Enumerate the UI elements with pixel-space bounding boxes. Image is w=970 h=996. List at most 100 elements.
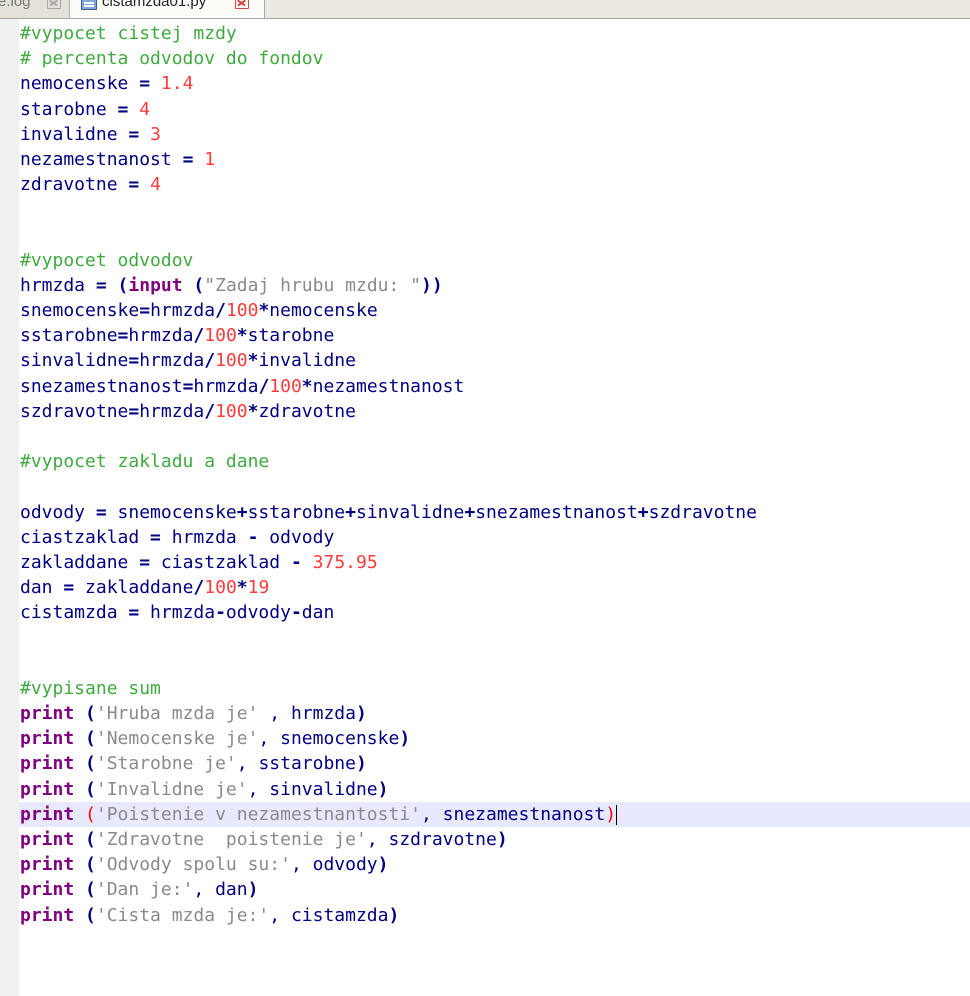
code-token: print xyxy=(20,753,75,775)
code-token: 100 xyxy=(204,577,237,599)
code-line[interactable]: print ('Nemocenske je', snemocenske) xyxy=(20,726,970,751)
code-area[interactable]: #vypocet cistej mzdy # percenta odvodov d… xyxy=(19,21,970,928)
code-token: 100 xyxy=(269,375,302,397)
code-line[interactable]: sstarobne=hrmzda/100*starobne xyxy=(20,323,970,348)
tab-cistamzda01-py[interactable]: cistamzda01.py xyxy=(70,0,265,18)
code-token: ciastzaklad xyxy=(20,526,151,548)
code-line[interactable]: print ('Odvody spolu su:', odvody) xyxy=(20,852,970,877)
code-token: hrmzda xyxy=(139,350,205,372)
code-token: ) xyxy=(355,703,367,725)
code-token: print xyxy=(20,778,75,800)
code-token: * xyxy=(247,400,259,422)
code-token: = xyxy=(117,98,129,120)
code-line[interactable]: print ('Invalidne je', sinvalidne) xyxy=(20,777,970,802)
code-line[interactable]: #vypisane sum xyxy=(20,676,970,701)
code-line[interactable]: ​ xyxy=(20,474,970,499)
code-line[interactable]: zakladdane = ciastzaklad - 375.95 xyxy=(20,550,970,575)
code-token: / xyxy=(204,350,216,372)
code-token: invalidne xyxy=(258,350,356,372)
code-token: 4 xyxy=(150,174,161,196)
code-token: , dan xyxy=(193,879,248,901)
code-line[interactable]: # percenta odvodov do fondov xyxy=(20,46,970,71)
code-token: 'Poistenie v nezamestnantosti' xyxy=(95,803,421,825)
code-token: odvody xyxy=(20,501,96,523)
code-token: odvody xyxy=(258,526,335,548)
tab-log-file[interactable]: e.log xyxy=(0,0,70,18)
code-token: cistamzda xyxy=(20,602,129,624)
code-token: = xyxy=(95,501,107,523)
code-token: print xyxy=(20,803,75,825)
code-token: ( xyxy=(117,274,129,296)
tab-log-close-icon[interactable] xyxy=(47,0,61,9)
code-token: + xyxy=(637,501,649,523)
code-token: = xyxy=(182,375,194,397)
code-line[interactable]: ​ xyxy=(20,424,970,449)
code-token: = xyxy=(150,526,161,548)
code-token: - xyxy=(215,602,226,624)
code-line[interactable]: nezamestnanost = 1 xyxy=(20,147,970,172)
code-token: ( xyxy=(85,829,96,850)
code-line[interactable]: print ('Dan je:', dan) xyxy=(20,877,970,902)
code-token: 'Starobne je' xyxy=(95,753,237,775)
code-token: + xyxy=(464,501,476,523)
code-line[interactable]: print ('Cista mzda je:', cistamzda) xyxy=(20,903,970,928)
code-line[interactable]: #vypocet odvodov xyxy=(20,248,970,273)
code-token: sinvalidne xyxy=(20,350,129,372)
code-line[interactable]: print ('Starobne je', sstarobne) xyxy=(20,751,970,776)
tab-active-label: cistamzda01.py xyxy=(102,0,207,10)
code-token: ( xyxy=(85,879,96,901)
code-token: dan xyxy=(301,602,335,624)
code-token: + xyxy=(236,501,248,523)
code-line[interactable]: #vypocet cistej mzdy xyxy=(20,21,970,46)
code-line[interactable]: ​ xyxy=(20,223,970,248)
code-line[interactable]: ciastzaklad = hrmzda - odvody xyxy=(20,525,970,550)
code-token: 100 xyxy=(215,350,248,372)
code-token: , szdravotne xyxy=(366,829,497,850)
code-token: # percenta odvodov do fondov xyxy=(20,48,324,70)
code-line[interactable]: dan = zakladdane/100*19 xyxy=(20,575,970,600)
code-token: ciastzaklad xyxy=(150,551,291,573)
code-line[interactable]: cistamzda = hrmzda-odvody-dan xyxy=(20,600,970,625)
code-token: = xyxy=(95,274,107,296)
code-token: ) xyxy=(355,753,367,775)
code-line[interactable]: nemocenske = 1.4 xyxy=(20,71,970,96)
code-token: * xyxy=(247,350,259,372)
code-token: * xyxy=(301,375,313,397)
code-editor[interactable]: #vypocet cistej mzdy # percenta odvodov d… xyxy=(0,19,970,996)
tab-close-icon[interactable] xyxy=(235,0,249,9)
code-line[interactable]: print ('Zdravotne poistenie je', szdravo… xyxy=(20,827,970,852)
code-line[interactable]: invalidne = 3 xyxy=(20,122,970,147)
code-line[interactable]: ​ xyxy=(20,651,970,676)
code-line[interactable]: snemocenske=hrmzda/100*nemocenske xyxy=(20,298,970,323)
code-token: )) xyxy=(421,274,443,296)
code-line[interactable]: hrmzda = (input ("Zadaj hrubu mzdu: ")) xyxy=(20,273,970,298)
code-line[interactable]: #vypocet zakladu a dane xyxy=(20,449,970,474)
code-line[interactable]: odvody = snemocenske+sstarobne+sinvalidn… xyxy=(20,500,970,525)
code-token: , odvody xyxy=(290,854,378,876)
code-line[interactable]: sinvalidne=hrmzda/100*invalidne xyxy=(20,348,970,373)
code-line[interactable]: zdravotne = 4 xyxy=(20,172,970,197)
code-line[interactable]: starobne = 4 xyxy=(20,97,970,122)
code-line[interactable]: print ('Poistenie v nezamestnantosti', s… xyxy=(19,801,970,827)
code-line[interactable]: ​ xyxy=(20,197,970,222)
code-line[interactable]: ​ xyxy=(20,626,970,651)
code-line[interactable]: snezamestnanost=hrmzda/100*nezamestnanos… xyxy=(20,374,970,399)
code-token: = xyxy=(117,325,129,347)
code-token: 'Odvody spolu su:' xyxy=(95,854,291,876)
code-token: starobne xyxy=(247,325,335,347)
code-token: print xyxy=(20,854,75,876)
code-token: / xyxy=(193,325,205,347)
code-line[interactable]: print ('Hruba mzda je' , hrmzda) xyxy=(20,701,970,726)
code-token: 'Dan je:' xyxy=(95,879,194,901)
code-line[interactable]: szdravotne=hrmzda/100*zdravotne xyxy=(20,399,970,424)
code-token: , sinvalidne xyxy=(247,778,378,800)
code-token: nezamestnanost xyxy=(312,375,465,397)
code-token: hrmzda xyxy=(20,274,96,296)
